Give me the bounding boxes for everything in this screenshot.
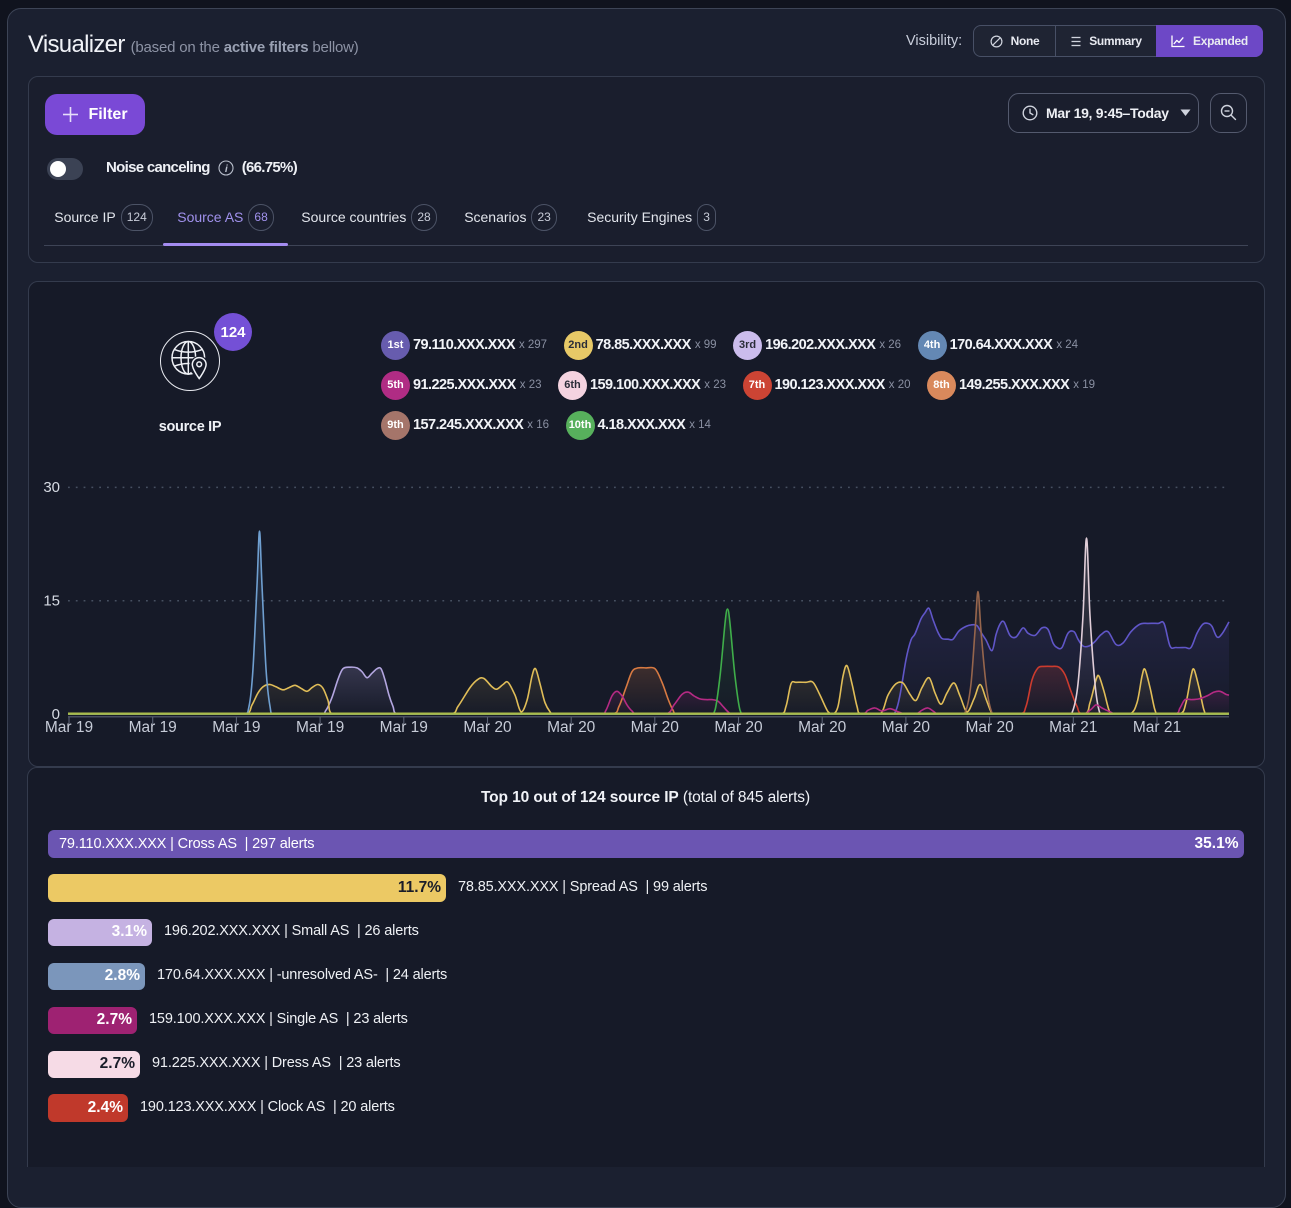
svg-text:Mar 19: Mar 19 (212, 719, 260, 736)
svg-text:i: i (225, 163, 229, 175)
svg-text:Mar 20: Mar 20 (547, 719, 596, 736)
svg-text:Mar 19: Mar 19 (380, 719, 428, 736)
svg-text:Mar 19: Mar 19 (296, 719, 344, 736)
svg-text:Mar 20: Mar 20 (714, 719, 763, 736)
svg-text:Mar 19: Mar 19 (129, 719, 177, 736)
svg-text:Mar 20: Mar 20 (882, 719, 931, 736)
svg-text:Mar 21: Mar 21 (1049, 719, 1097, 736)
svg-text:Mar 20: Mar 20 (463, 719, 512, 736)
svg-text:Mar 20: Mar 20 (631, 719, 680, 736)
svg-text:Mar 20: Mar 20 (798, 719, 847, 736)
svg-text:30: 30 (43, 479, 60, 496)
svg-text:Mar 21: Mar 21 (1133, 719, 1181, 736)
svg-text:Mar 20: Mar 20 (965, 719, 1014, 736)
svg-text:15: 15 (43, 593, 60, 610)
svg-text:Mar 19: Mar 19 (45, 719, 93, 736)
